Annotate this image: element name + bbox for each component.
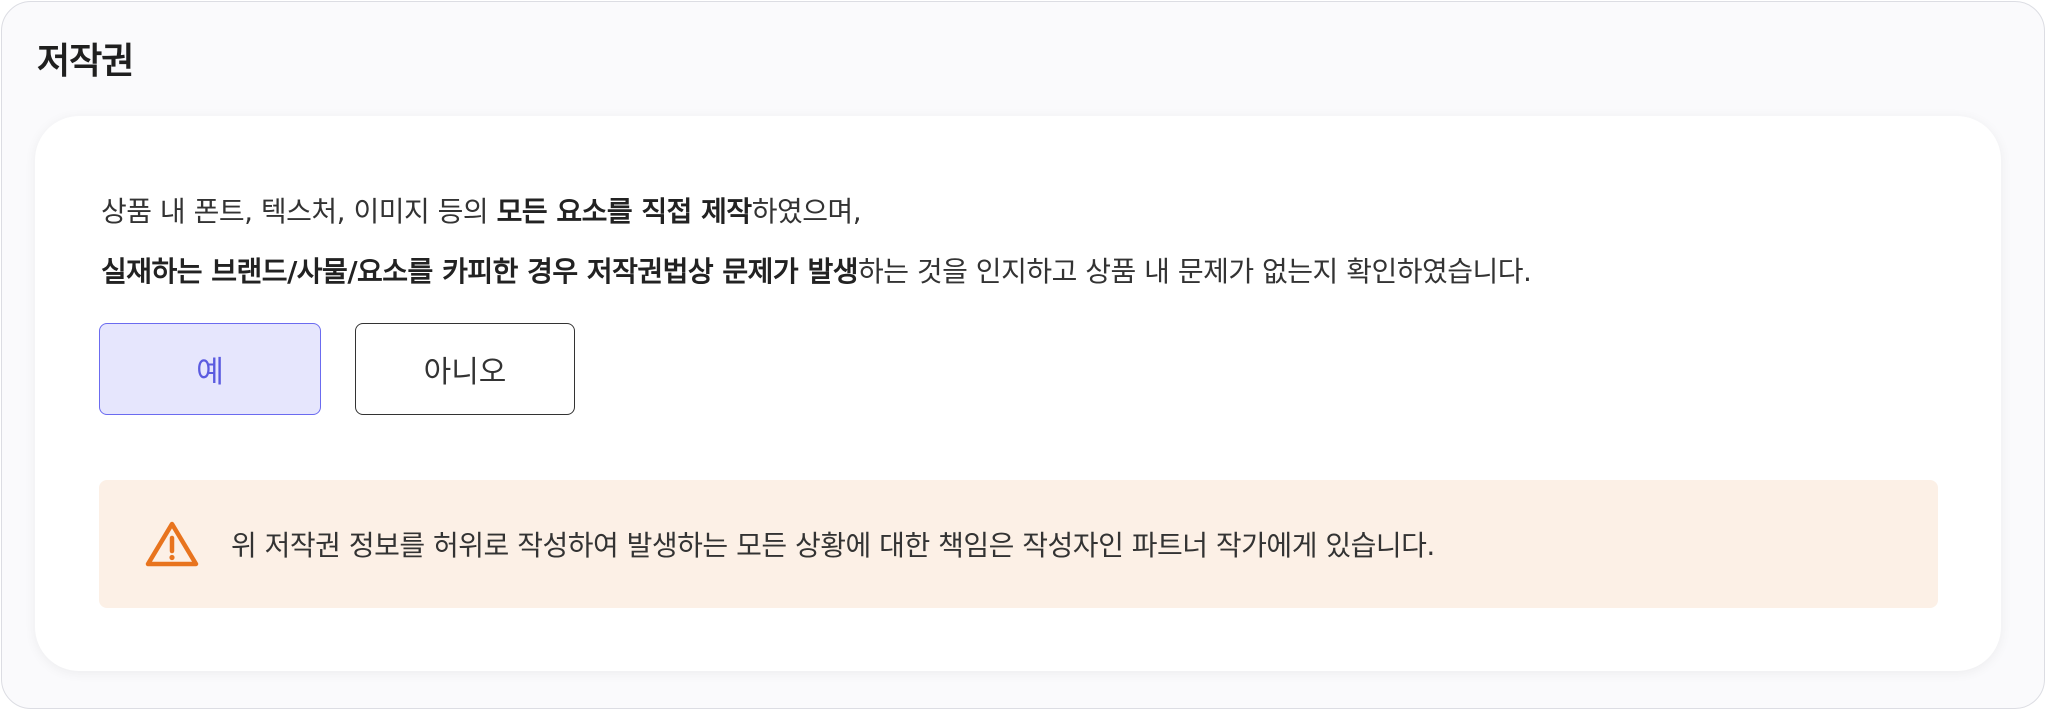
warning-notice: 위 저작권 정보를 허위로 작성하여 발생하는 모든 상황에 대한 책임은 작성…: [99, 480, 1938, 608]
copyright-card: 상품 내 폰트, 텍스처, 이미지 등의 모든 요소를 직접 제작하였으며, 실…: [35, 116, 2001, 671]
description-emphasis: 모든 요소를 직접 제작: [496, 195, 753, 228]
warning-triangle-icon: [145, 520, 199, 568]
description-emphasis: 실재하는 브랜드/사물/요소를 카피한 경우 저작권법상 문제가 발생: [101, 255, 858, 288]
description-text: 하는 것을 인지하고 상품 내 문제가 없는지 확인하였습니다.: [857, 255, 1532, 288]
description-text: 상품 내 폰트, 텍스처, 이미지 등의: [101, 195, 497, 228]
warning-notice-text: 위 저작권 정보를 허위로 작성하여 발생하는 모든 상황에 대한 책임은 작성…: [231, 529, 1435, 562]
yes-button[interactable]: 예: [99, 323, 321, 415]
no-button[interactable]: 아니오: [355, 323, 575, 415]
description-line-1: 상품 내 폰트, 텍스처, 이미지 등의 모든 요소를 직접 제작하였으며,: [101, 182, 1531, 242]
description-text: 하였으며,: [751, 195, 862, 228]
description-line-2: 실재하는 브랜드/사물/요소를 카피한 경우 저작권법상 문제가 발생하는 것을…: [101, 242, 1532, 302]
copyright-description: 상품 내 폰트, 텍스처, 이미지 등의 모든 요소를 직접 제작하였으며, 실…: [101, 182, 1532, 302]
section-title: 저작권: [37, 41, 134, 82]
copyright-section: 저작권 상품 내 폰트, 텍스처, 이미지 등의 모든 요소를 직접 제작하였으…: [1, 1, 2045, 709]
